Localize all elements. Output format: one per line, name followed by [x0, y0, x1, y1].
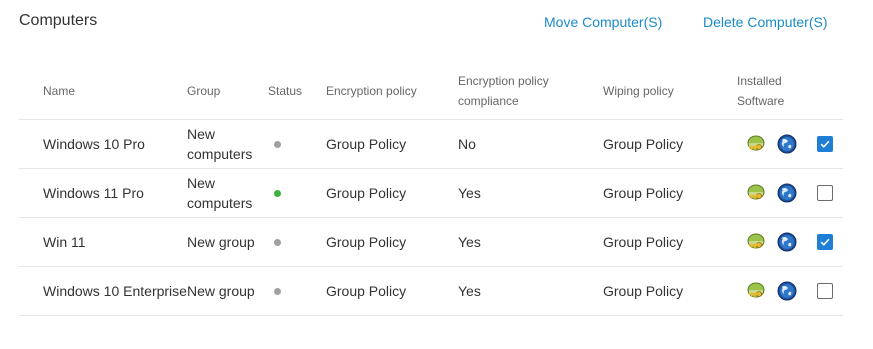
- row-checkbox[interactable]: [817, 234, 833, 250]
- group-cell: New computers: [187, 169, 263, 217]
- row-checkbox[interactable]: [817, 283, 833, 299]
- drive-key-icon[interactable]: [746, 232, 766, 252]
- group-cell: New computers: [187, 120, 263, 168]
- column-header-compliance[interactable]: Encryption policy compliance: [458, 71, 549, 111]
- encryption-policy: Group Policy: [326, 136, 407, 152]
- table-row[interactable]: Windows 10 Enterprise New group Group Po…: [19, 267, 843, 316]
- table-row[interactable]: Win 11 New group Group Policy Yes Group …: [19, 218, 843, 267]
- wiping-policy: Group Policy: [603, 283, 684, 299]
- status-cell: [274, 218, 288, 266]
- group-name-line1: New group: [187, 283, 255, 299]
- wiping-policy: Group Policy: [603, 234, 684, 250]
- group-name-line1: New: [187, 175, 216, 191]
- encryption-policy: Group Policy: [326, 234, 407, 250]
- status-dot: [274, 238, 281, 246]
- encryption-compliance: Yes: [458, 283, 481, 299]
- installed-software: [746, 169, 806, 217]
- status-dot: [274, 287, 281, 295]
- encryption-compliance: Yes: [458, 185, 481, 201]
- computers-table: Name Group Status Encryption policy Encr…: [19, 63, 843, 316]
- group-name-line2: computers: [187, 146, 253, 162]
- computer-name: Windows 11 Pro: [43, 185, 144, 201]
- status-cell: [274, 267, 288, 315]
- group-name-line1: New: [187, 126, 216, 142]
- group-cell: New group: [187, 267, 263, 315]
- globe-icon[interactable]: [777, 232, 797, 252]
- encryption-policy: Group Policy: [326, 283, 407, 299]
- column-header-name[interactable]: Name: [43, 81, 75, 101]
- table-row[interactable]: Windows 10 Pro New computers Group Polic…: [19, 120, 843, 169]
- page-title: Computers: [19, 12, 98, 29]
- computer-name: Windows 10 Pro: [43, 136, 145, 152]
- group-cell: New group: [187, 218, 263, 266]
- row-select: [817, 267, 833, 315]
- encryption-compliance: No: [458, 136, 476, 152]
- globe-icon[interactable]: [777, 281, 797, 301]
- installed-header-line2: Software: [737, 94, 785, 108]
- row-checkbox[interactable]: [817, 185, 833, 201]
- installed-header-line1: Installed: [737, 74, 782, 88]
- column-header-installed-software[interactable]: Installed Software: [737, 71, 784, 111]
- wiping-policy: Group Policy: [603, 136, 684, 152]
- installed-software: [746, 267, 806, 315]
- table-body: Windows 10 Pro New computers Group Polic…: [19, 120, 843, 316]
- drive-key-icon[interactable]: [746, 183, 766, 203]
- computer-name: Windows 10 Enterprise: [43, 283, 187, 299]
- installed-software: [746, 120, 806, 168]
- globe-icon[interactable]: [777, 134, 797, 154]
- compliance-header-line1: Encryption policy: [458, 74, 549, 88]
- column-header-status[interactable]: Status: [268, 81, 302, 101]
- column-header-wiping-policy[interactable]: Wiping policy: [603, 81, 674, 101]
- encryption-policy: Group Policy: [326, 185, 407, 201]
- installed-software: [746, 218, 806, 266]
- column-header-encryption-policy[interactable]: Encryption policy: [326, 81, 417, 101]
- encryption-compliance: Yes: [458, 234, 481, 250]
- row-select: [817, 120, 833, 168]
- status-cell: [274, 120, 288, 168]
- row-select: [817, 169, 833, 217]
- group-name-line1: New group: [187, 234, 255, 250]
- drive-key-icon[interactable]: [746, 281, 766, 301]
- drive-key-icon[interactable]: [746, 134, 766, 154]
- status-dot: [274, 140, 281, 148]
- compliance-header-line2: compliance: [458, 94, 519, 108]
- move-computers-link[interactable]: Move Computer(S): [544, 14, 662, 30]
- group-name-line2: computers: [187, 195, 253, 211]
- delete-computers-link[interactable]: Delete Computer(S): [703, 14, 828, 30]
- row-select: [817, 218, 833, 266]
- computer-name: Win 11: [43, 234, 86, 250]
- wiping-policy: Group Policy: [603, 185, 684, 201]
- status-dot: [274, 189, 281, 197]
- table-header: Name Group Status Encryption policy Encr…: [19, 63, 843, 120]
- status-cell: [274, 169, 288, 217]
- row-checkbox[interactable]: [817, 136, 833, 152]
- table-row[interactable]: Windows 11 Pro New computers Group Polic…: [19, 169, 843, 218]
- column-header-group[interactable]: Group: [187, 81, 220, 101]
- globe-icon[interactable]: [777, 183, 797, 203]
